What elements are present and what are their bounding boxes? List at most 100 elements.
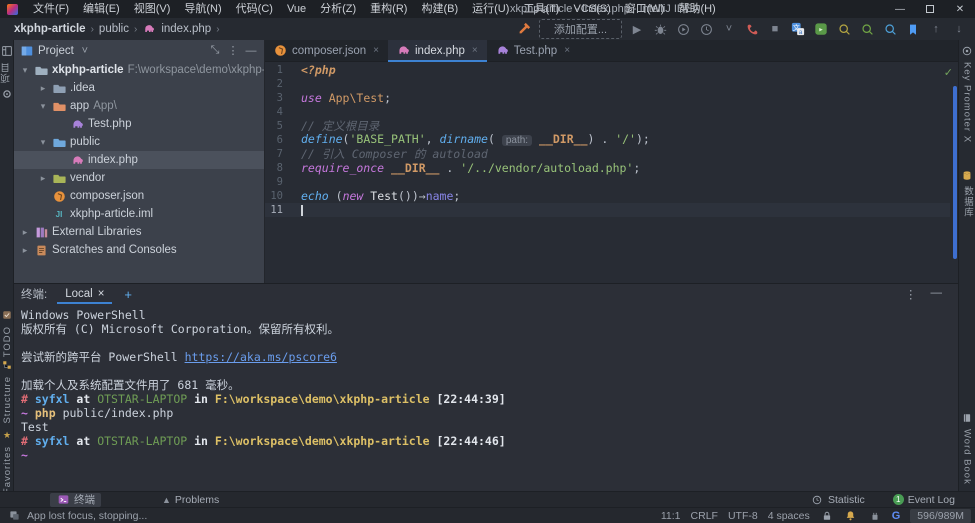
attach-to-process-phone-icon[interactable] bbox=[744, 21, 760, 37]
indent-indicator[interactable]: 4 spaces bbox=[768, 510, 810, 522]
tree-chevron-icon[interactable]: ▸ bbox=[20, 227, 30, 238]
line-ending-indicator[interactable]: CRLF bbox=[691, 510, 718, 522]
menu-item[interactable]: Vue bbox=[280, 3, 313, 15]
tree-item-xkphp-article-iml[interactable]: JIxkphp-article.iml bbox=[14, 205, 264, 223]
new-terminal-session-button[interactable]: + bbox=[114, 287, 142, 302]
tree-chevron-icon[interactable]: ▾ bbox=[20, 65, 30, 76]
tree-item-scratches-and-consoles[interactable]: ▸Scratches and Consoles bbox=[14, 241, 264, 259]
database-stripe-button[interactable]: 数据库 bbox=[959, 168, 975, 218]
kebab-menu-icon[interactable]: ⋮ bbox=[905, 287, 917, 301]
tree-item-composer-json[interactable]: composer.json bbox=[14, 187, 264, 205]
breadcrumb-project[interactable]: xkphp-article bbox=[14, 23, 86, 35]
search-everywhere-icon[interactable] bbox=[836, 21, 852, 37]
encoding-indicator[interactable]: UTF-8 bbox=[728, 510, 758, 522]
caret-position[interactable]: 11:1 bbox=[661, 510, 681, 522]
google-translate-icon[interactable]: G bbox=[892, 510, 901, 522]
run-anything-icon[interactable]: ▸ bbox=[813, 21, 829, 37]
menu-item[interactable]: 重构(R) bbox=[363, 3, 414, 15]
todo-stripe-button[interactable]: TODO bbox=[0, 308, 14, 357]
word-book-stripe-button[interactable]: Word Book bbox=[959, 411, 975, 485]
code-line[interactable]: 10echo (new Test())→name; bbox=[265, 189, 950, 203]
tree-item-index-php[interactable]: index.php bbox=[14, 151, 264, 169]
notifications-bell-icon[interactable] bbox=[844, 509, 858, 523]
statistic-toolwindow-button[interactable]: Statistic bbox=[804, 493, 871, 507]
menu-item[interactable]: 运行(U) bbox=[465, 3, 516, 15]
tree-item-public[interactable]: ▾public bbox=[14, 133, 264, 151]
code-line[interactable]: 9 bbox=[265, 175, 950, 189]
terminal-tab-local[interactable]: Local × bbox=[55, 284, 114, 304]
project-panel-title[interactable]: Project bbox=[38, 45, 74, 57]
run-configuration-select[interactable]: 添加配置... bbox=[539, 19, 622, 39]
code-line[interactable]: 3use App\Test; bbox=[265, 91, 950, 105]
tool-windows-toggle-icon[interactable] bbox=[7, 509, 21, 523]
debug-bug-icon[interactable] bbox=[652, 21, 668, 37]
tree-chevron-icon[interactable]: ▾ bbox=[38, 137, 48, 148]
bookmark-icon[interactable] bbox=[905, 21, 921, 37]
code-editor[interactable]: 1<?php23use App\Test;45// 定义根目录6define('… bbox=[265, 63, 950, 217]
key-promoter-stripe-button[interactable]: Key Promoter X bbox=[959, 44, 975, 143]
problems-toolwindow-button[interactable]: ▲ Problems bbox=[156, 493, 225, 507]
terminal-output[interactable]: Windows PowerShell版权所有 (C) Microsoft Cor… bbox=[14, 304, 958, 462]
close-icon[interactable]: × bbox=[564, 45, 570, 56]
close-icon[interactable]: × bbox=[472, 45, 478, 56]
code-line[interactable]: 11 bbox=[265, 203, 950, 217]
tree-item-vendor[interactable]: ▸vendor bbox=[14, 169, 264, 187]
code-line[interactable]: 4 bbox=[265, 105, 950, 119]
code-line[interactable]: 8require_once __DIR__ . '/../vendor/auto… bbox=[265, 161, 950, 175]
tree-chevron-icon[interactable]: ▸ bbox=[38, 173, 48, 184]
tree-item-test-php[interactable]: Test.php bbox=[14, 115, 264, 133]
tree-chevron-icon[interactable]: ▸ bbox=[20, 245, 30, 256]
code-line[interactable]: 5// 定义根目录 bbox=[265, 119, 950, 133]
code-line[interactable]: 1<?php bbox=[265, 63, 950, 77]
code-line[interactable]: 7// 引入 Composer 的 autoload bbox=[265, 147, 950, 161]
build-hammer-icon[interactable] bbox=[516, 21, 532, 37]
hide-panel-icon[interactable]: — bbox=[244, 45, 258, 57]
search-replace-icon[interactable] bbox=[859, 21, 875, 37]
editor-scrollbar[interactable] bbox=[953, 86, 957, 259]
menu-item[interactable]: 导航(N) bbox=[177, 3, 228, 15]
maximize-window-button[interactable] bbox=[915, 0, 945, 18]
plugin-status-icon[interactable] bbox=[868, 509, 882, 523]
navigate-down-icon[interactable]: ↓ bbox=[951, 21, 967, 37]
terminal-toolwindow-button[interactable]: 终端 bbox=[50, 493, 101, 507]
tree-item--idea[interactable]: ▸.idea bbox=[14, 79, 264, 97]
lock-icon[interactable] bbox=[820, 509, 834, 523]
tree-chevron-icon[interactable]: ▸ bbox=[38, 83, 48, 94]
memory-indicator[interactable]: 596/989M bbox=[910, 509, 971, 523]
editor-tab-test-php[interactable]: Test.php× bbox=[487, 40, 579, 61]
code-line[interactable]: 2 bbox=[265, 77, 950, 91]
structure-stripe-button[interactable]: Structure bbox=[0, 358, 14, 424]
run-with-coverage-icon[interactable] bbox=[675, 21, 691, 37]
run-icon[interactable]: ▶ bbox=[629, 21, 645, 37]
close-icon[interactable]: × bbox=[98, 288, 105, 300]
breadcrumb-dir[interactable]: public bbox=[99, 23, 129, 35]
menu-item[interactable]: 构建(B) bbox=[414, 3, 465, 15]
profiler-clock-icon[interactable] bbox=[698, 21, 714, 37]
editor-tab-composer-json[interactable]: composer.json× bbox=[265, 40, 388, 61]
menu-item[interactable]: 文件(F) bbox=[26, 3, 76, 15]
navigate-up-icon[interactable]: ↑ bbox=[928, 21, 944, 37]
terminal-link[interactable]: https://aka.ms/pscore6 bbox=[185, 350, 337, 364]
tree-item-xkphp-article[interactable]: ▾xkphp-article F:\workspace\demo\xkphp-a… bbox=[14, 61, 264, 79]
find-in-path-icon[interactable] bbox=[882, 21, 898, 37]
menu-item[interactable]: 编辑(E) bbox=[76, 3, 127, 15]
menu-item[interactable]: 代码(C) bbox=[229, 3, 280, 15]
translate-icon[interactable]: 文a bbox=[790, 21, 806, 37]
code-line[interactable]: 6define('BASE_PATH', dirname( path: __DI… bbox=[265, 133, 950, 147]
minimize-window-button[interactable]: — bbox=[885, 0, 915, 18]
minimize-panel-icon[interactable]: — bbox=[931, 287, 943, 301]
tree-item-app[interactable]: ▾app App\ bbox=[14, 97, 264, 115]
menu-item[interactable]: 视图(V) bbox=[127, 3, 178, 15]
stop-icon[interactable]: ■ bbox=[767, 21, 783, 37]
kebab-menu-icon[interactable]: ⋮ bbox=[226, 44, 240, 57]
close-window-button[interactable]: ✕ bbox=[945, 0, 975, 18]
menu-item[interactable]: 分析(Z) bbox=[313, 3, 363, 15]
tree-item-external-libraries[interactable]: ▸External Libraries bbox=[14, 223, 264, 241]
chevron-down-icon[interactable]: ˅ bbox=[721, 21, 737, 37]
collapse-all-icon[interactable]: ⤡ bbox=[208, 44, 222, 57]
project-stripe-button[interactable]: 项目 bbox=[0, 44, 14, 101]
editor-tab-index-php[interactable]: index.php× bbox=[388, 40, 487, 61]
chevron-down-icon[interactable]: ˅ bbox=[78, 45, 92, 57]
tree-chevron-icon[interactable]: ▾ bbox=[38, 101, 48, 112]
breadcrumb-file[interactable]: index.php bbox=[161, 23, 211, 35]
